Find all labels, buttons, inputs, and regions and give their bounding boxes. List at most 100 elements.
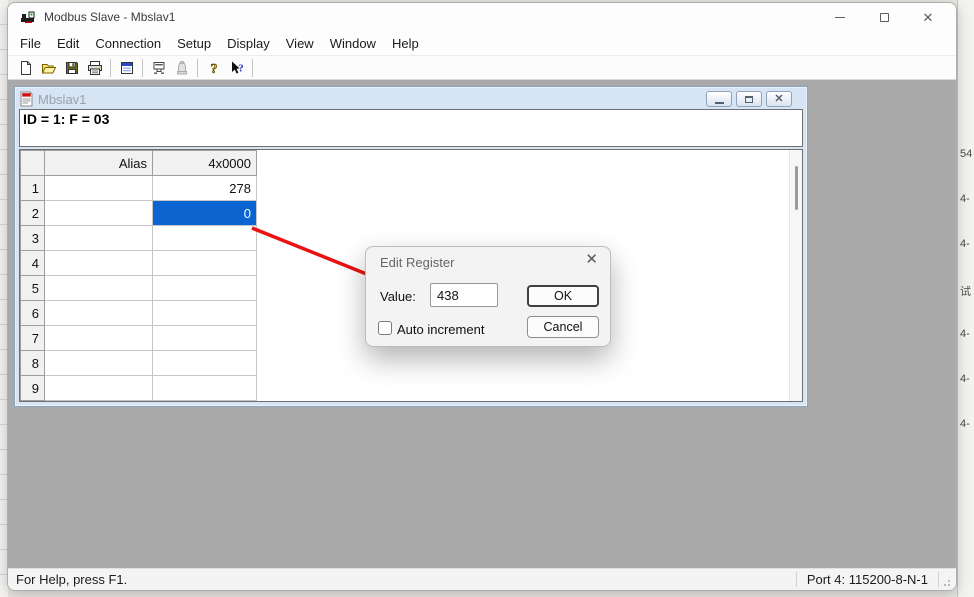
menu-display[interactable]: Display bbox=[219, 31, 278, 55]
communication-disabled-button bbox=[170, 57, 193, 78]
auto-increment-checkbox[interactable] bbox=[378, 321, 392, 335]
dialog-close-icon[interactable]: ✕ bbox=[585, 252, 598, 267]
alias-cell[interactable] bbox=[45, 201, 153, 226]
alias-cell[interactable] bbox=[45, 376, 153, 401]
value-cell[interactable] bbox=[153, 326, 257, 351]
row-number-cell[interactable]: 5 bbox=[21, 276, 45, 301]
row-number-cell[interactable]: 1 bbox=[21, 176, 45, 201]
table-row: 8 bbox=[21, 351, 257, 376]
slave-id-status-line: ID = 1: F = 03 bbox=[19, 109, 803, 147]
toolbar-separator bbox=[197, 59, 198, 77]
table-row: 6 bbox=[21, 301, 257, 326]
register-column-header[interactable]: 4x0000 bbox=[153, 151, 257, 176]
right-edge-window-sliver: 544-4-试4-4-4- bbox=[957, 0, 974, 597]
titlebar: Modbus Slave - Mbslav1 ✕ bbox=[8, 3, 956, 31]
table-row: 4 bbox=[21, 251, 257, 276]
mdi-client-area: Mbslav1 ✕ ID = 1: F = 03 Alias 4x0000 bbox=[8, 80, 956, 568]
vertical-scrollbar[interactable] bbox=[789, 150, 802, 401]
alias-cell[interactable] bbox=[45, 251, 153, 276]
cancel-button[interactable]: Cancel bbox=[527, 316, 599, 338]
table-row: 1 278 bbox=[21, 176, 257, 201]
row-number-cell[interactable]: 9 bbox=[21, 376, 45, 401]
background-text-fragment: 4- bbox=[960, 418, 970, 430]
value-cell[interactable] bbox=[153, 351, 257, 376]
alias-column-header[interactable]: Alias bbox=[45, 151, 153, 176]
value-cell[interactable]: 0 bbox=[153, 201, 257, 226]
auto-increment-label: Auto increment bbox=[397, 322, 484, 337]
document-icon bbox=[20, 91, 33, 107]
toolbar-separator bbox=[142, 59, 143, 77]
status-separator bbox=[938, 572, 939, 587]
menu-view[interactable]: View bbox=[278, 31, 322, 55]
value-cell[interactable] bbox=[153, 226, 257, 251]
child-restore-button[interactable] bbox=[736, 91, 762, 107]
row-number-cell[interactable]: 3 bbox=[21, 226, 45, 251]
child-close-icon: ✕ bbox=[774, 94, 783, 105]
value-input[interactable] bbox=[430, 283, 498, 307]
menu-edit[interactable]: Edit bbox=[49, 31, 87, 55]
value-cell[interactable] bbox=[153, 301, 257, 326]
app-icon bbox=[20, 10, 36, 24]
resize-grip-icon[interactable] bbox=[939, 575, 952, 588]
child-close-button[interactable]: ✕ bbox=[766, 91, 792, 107]
menu-file[interactable]: File bbox=[12, 31, 49, 55]
row-number-cell[interactable]: 4 bbox=[21, 251, 45, 276]
row-number-cell[interactable]: 8 bbox=[21, 351, 45, 376]
background-text-fragment: 试 bbox=[960, 283, 971, 299]
menu-setup[interactable]: Setup bbox=[169, 31, 219, 55]
save-file-button[interactable] bbox=[60, 57, 83, 78]
value-cell[interactable]: 278 bbox=[153, 176, 257, 201]
child-window-title: Mbslav1 bbox=[38, 92, 702, 107]
print-icon bbox=[87, 60, 103, 76]
ok-button[interactable]: OK bbox=[527, 285, 599, 307]
child-minimize-icon bbox=[715, 102, 724, 104]
svg-text:?: ? bbox=[210, 62, 217, 76]
row-number-cell[interactable]: 7 bbox=[21, 326, 45, 351]
toolbar-separator bbox=[110, 59, 111, 77]
menu-connection[interactable]: Connection bbox=[87, 31, 169, 55]
window-title: Modbus Slave - Mbslav1 bbox=[44, 10, 818, 24]
new-file-icon bbox=[18, 60, 34, 76]
maximize-icon bbox=[880, 13, 889, 22]
child-titlebar: Mbslav1 ✕ bbox=[19, 89, 803, 109]
alias-cell[interactable] bbox=[45, 326, 153, 351]
corner-header-cell bbox=[21, 151, 45, 176]
open-file-button[interactable] bbox=[37, 57, 60, 78]
status-port-text: Port 4: 115200-8-N-1 bbox=[797, 572, 938, 587]
table-row: 7 bbox=[21, 326, 257, 351]
minimize-button[interactable] bbox=[818, 3, 862, 31]
register-table: Alias 4x0000 1 278 2 0 3456789 bbox=[20, 150, 257, 401]
print-button[interactable] bbox=[83, 57, 106, 78]
alias-cell[interactable] bbox=[45, 351, 153, 376]
table-row: 3 bbox=[21, 226, 257, 251]
background-text-fragment: 4- bbox=[960, 373, 970, 385]
maximize-button[interactable] bbox=[862, 3, 906, 31]
close-button[interactable]: ✕ bbox=[906, 3, 950, 31]
table-header-row: Alias 4x0000 bbox=[21, 151, 257, 176]
value-cell[interactable] bbox=[153, 276, 257, 301]
context-help-button[interactable]: ? bbox=[225, 57, 248, 78]
child-caption-buttons: ✕ bbox=[702, 91, 792, 107]
value-cell[interactable] bbox=[153, 376, 257, 401]
table-row: 9 bbox=[21, 376, 257, 401]
row-number-cell[interactable]: 6 bbox=[21, 301, 45, 326]
scrollbar-thumb[interactable] bbox=[795, 166, 798, 210]
alias-cell[interactable] bbox=[45, 176, 153, 201]
menu-window[interactable]: Window bbox=[322, 31, 384, 55]
help-button[interactable]: ? bbox=[202, 57, 225, 78]
menu-help[interactable]: Help bbox=[384, 31, 427, 55]
alias-cell[interactable] bbox=[45, 226, 153, 251]
child-minimize-button[interactable] bbox=[706, 91, 732, 107]
alias-cell[interactable] bbox=[45, 276, 153, 301]
slave-definition-icon bbox=[119, 60, 135, 76]
status-help-text: For Help, press F1. bbox=[8, 572, 796, 587]
status-bar: For Help, press F1. Port 4: 115200-8-N-1 bbox=[8, 568, 956, 590]
communication-button[interactable] bbox=[147, 57, 170, 78]
row-number-cell[interactable]: 2 bbox=[21, 201, 45, 226]
alias-cell[interactable] bbox=[45, 301, 153, 326]
value-cell[interactable] bbox=[153, 251, 257, 276]
slave-definition-button[interactable] bbox=[115, 57, 138, 78]
background-text-fragment: 54 bbox=[960, 148, 972, 160]
new-file-button[interactable] bbox=[14, 57, 37, 78]
edit-register-dialog: Edit Register ✕ Value: OK Cancel Auto in… bbox=[365, 246, 611, 347]
